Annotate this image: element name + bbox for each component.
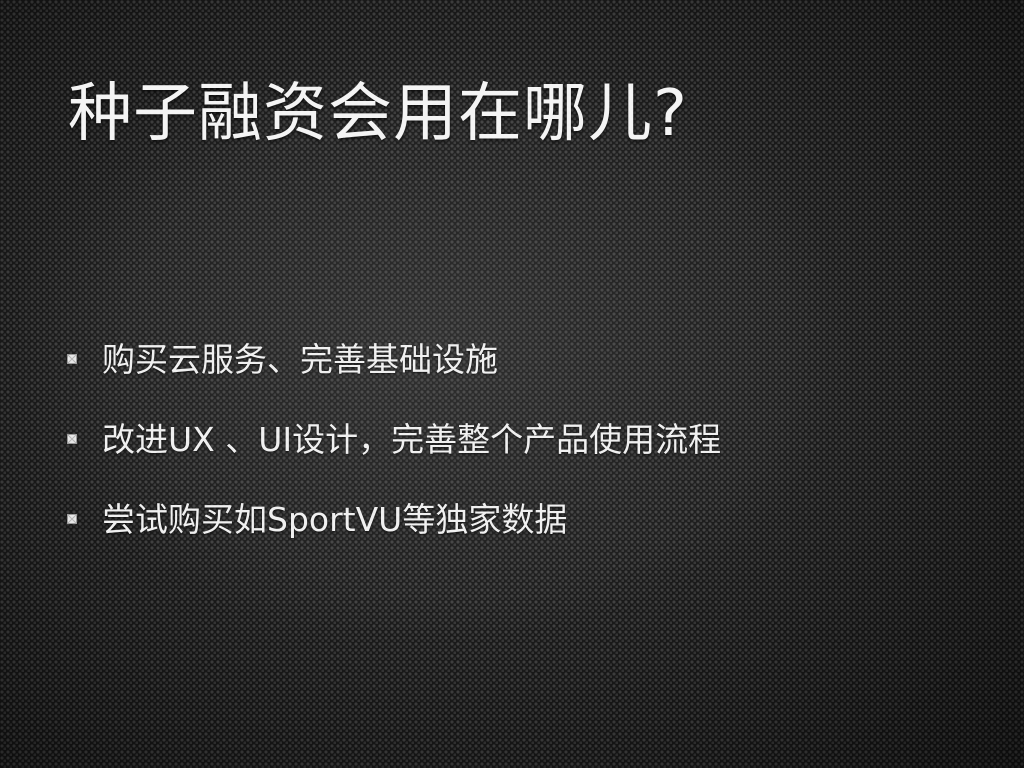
bullet-list: 购买云服务、完善基础设施 改进UX 、UI设计，完善整个产品使用流程 尝试购买如… — [66, 338, 721, 578]
bullet-item: 购买云服务、完善基础设施 — [66, 338, 721, 418]
slide: 种子融资会用在哪儿? 购买云服务、完善基础设施 改进UX 、UI设计，完善整个产… — [0, 0, 1024, 768]
square-bullet-icon — [67, 354, 77, 364]
bullet-text: 购买云服务、完善基础设施 — [102, 340, 498, 379]
square-bullet-icon — [67, 434, 77, 444]
slide-title: 种子融资会用在哪儿? — [68, 77, 688, 151]
bullet-item: 改进UX 、UI设计，完善整个产品使用流程 — [66, 418, 721, 498]
bullet-text: 尝试购买如SportVU等独家数据 — [102, 500, 568, 539]
bullet-item: 尝试购买如SportVU等独家数据 — [66, 498, 721, 578]
square-bullet-icon — [67, 514, 77, 524]
bullet-text: 改进UX 、UI设计，完善整个产品使用流程 — [102, 420, 722, 459]
